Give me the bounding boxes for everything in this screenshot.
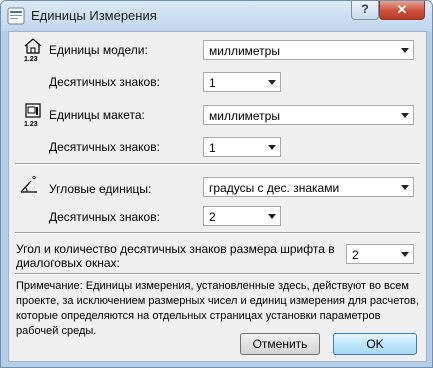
angle-units-icon-caption: ° <box>32 175 36 186</box>
chevron-down-icon <box>268 145 276 150</box>
model-units-icon-caption: 1.23 <box>24 56 38 63</box>
model-decimals-value: 1 <box>209 76 216 90</box>
angle-units-icon <box>19 175 41 197</box>
font-size-decimals-value: 2 <box>352 248 359 262</box>
angle-decimals-label: Десятичных знаков: <box>49 210 160 224</box>
font-size-decimals-select[interactable]: 2 <box>346 244 414 264</box>
layout-units-label: Единицы макета: <box>49 108 145 122</box>
ok-button[interactable]: OK <box>333 333 417 355</box>
cancel-button[interactable]: Отменить <box>240 333 320 355</box>
title-bar[interactable]: Единицы Измерения ? ✕ <box>1 1 432 31</box>
chevron-down-icon <box>268 80 276 85</box>
chevron-down-icon <box>401 113 409 118</box>
angle-decimals-value: 2 <box>209 210 216 224</box>
chevron-down-icon <box>401 185 409 190</box>
angle-units-select[interactable]: градусы с дес. знаками <box>203 177 414 197</box>
model-units-value: миллиметры <box>209 44 280 58</box>
layout-units-select[interactable]: миллиметры <box>203 105 414 125</box>
close-button[interactable]: ✕ <box>379 1 425 20</box>
separator <box>15 273 420 275</box>
dialog-window: Единицы Измерения ? ✕ 1.23 Единицы модел… <box>0 0 433 368</box>
layout-decimals-select[interactable]: 1 <box>203 137 281 157</box>
layout-decimals-value: 1 <box>209 141 216 155</box>
model-decimals-label: Десятичных знаков: <box>49 75 160 89</box>
chevron-down-icon <box>401 252 409 257</box>
layout-units-icon-caption: 1.23 <box>24 121 38 128</box>
font-size-label-line2: диалоговых окнах: <box>16 256 120 270</box>
house-units-icon <box>22 36 44 58</box>
chevron-down-icon <box>401 48 409 53</box>
app-icon <box>7 7 25 25</box>
separator <box>15 163 420 165</box>
layout-units-value: миллиметры <box>209 109 280 123</box>
angle-decimals-select[interactable]: 2 <box>203 206 281 226</box>
angle-units-label: Угловые единицы: <box>49 182 152 196</box>
angle-units-value: градусы с дес. знаками <box>209 181 340 195</box>
chevron-down-icon <box>268 214 276 219</box>
layout-units-icon <box>22 101 44 123</box>
font-size-label-line1: Угол и количество десятичных знаков разм… <box>16 242 335 256</box>
dialog-content: 1.23 Единицы модели: миллиметры Десятичн… <box>8 31 427 362</box>
layout-decimals-label: Десятичных знаков: <box>49 140 160 154</box>
model-units-label: Единицы модели: <box>49 43 148 57</box>
window-title: Единицы Измерения <box>31 8 157 23</box>
note-text: Примечание: Единицы измерения, установле… <box>16 280 419 337</box>
help-button[interactable]: ? <box>351 1 379 20</box>
separator <box>15 232 420 234</box>
model-decimals-select[interactable]: 1 <box>203 72 281 92</box>
model-units-select[interactable]: миллиметры <box>203 40 414 60</box>
